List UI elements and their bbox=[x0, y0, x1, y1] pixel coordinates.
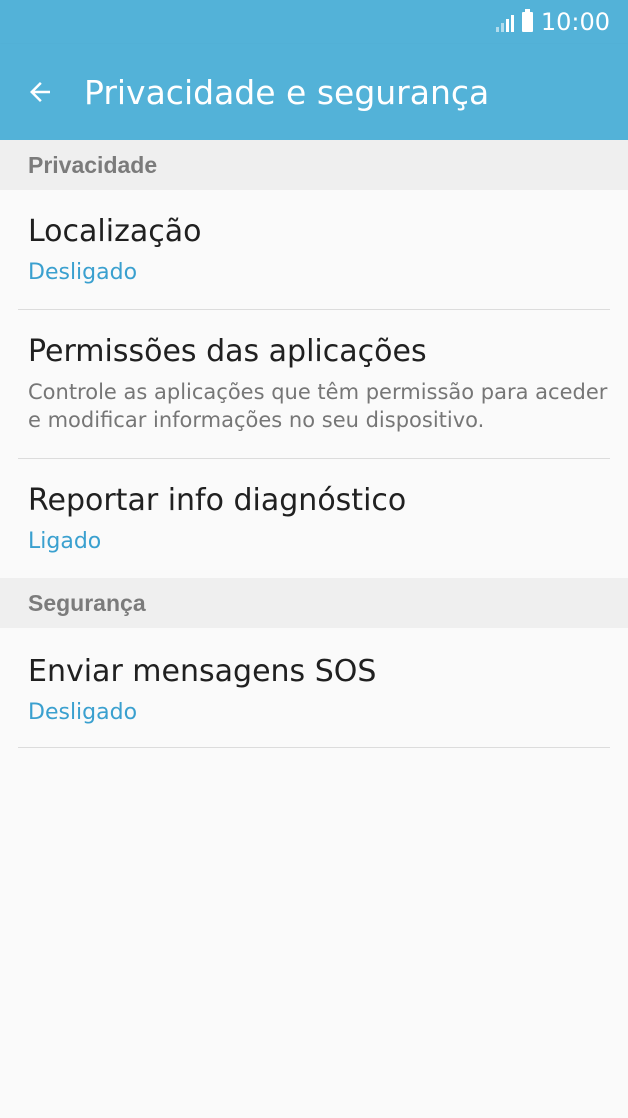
section-header-label: Segurança bbox=[28, 590, 146, 616]
section-header-privacidade: Privacidade bbox=[0, 140, 628, 190]
setting-item-reportar-info[interactable]: Reportar info diagnóstico Ligado bbox=[0, 459, 628, 578]
divider bbox=[18, 747, 610, 748]
setting-status: Ligado bbox=[28, 529, 102, 554]
back-button[interactable] bbox=[16, 70, 64, 114]
app-bar: Privacidade e segurança bbox=[0, 44, 628, 140]
setting-title: Reportar info diagnóstico bbox=[28, 483, 407, 518]
section-header-seguranca: Segurança bbox=[0, 578, 628, 628]
battery-icon bbox=[521, 9, 533, 32]
setting-item-enviar-sos[interactable]: Enviar mensagens SOS Desligado bbox=[0, 628, 628, 748]
arrow-left-icon bbox=[30, 82, 50, 102]
setting-status: Desligado bbox=[28, 260, 138, 285]
setting-title: Localização bbox=[28, 214, 202, 249]
status-time: 10:00 bbox=[540, 8, 610, 36]
setting-description: Controle as aplicações que têm permissão… bbox=[28, 380, 608, 432]
setting-status: Desligado bbox=[28, 700, 138, 725]
page-title: Privacidade e segurança bbox=[84, 73, 490, 112]
signal-icon bbox=[495, 12, 514, 32]
setting-item-permissoes[interactable]: Permissões das aplicações Controle as ap… bbox=[0, 310, 628, 458]
setting-title: Enviar mensagens SOS bbox=[28, 654, 377, 689]
setting-item-localizacao[interactable]: Localização Desligado bbox=[0, 190, 628, 310]
section-header-label: Privacidade bbox=[28, 152, 158, 178]
setting-title: Permissões das aplicações bbox=[28, 334, 427, 369]
status-bar: 10:00 bbox=[0, 0, 628, 44]
status-icons: 10:00 bbox=[495, 8, 610, 36]
